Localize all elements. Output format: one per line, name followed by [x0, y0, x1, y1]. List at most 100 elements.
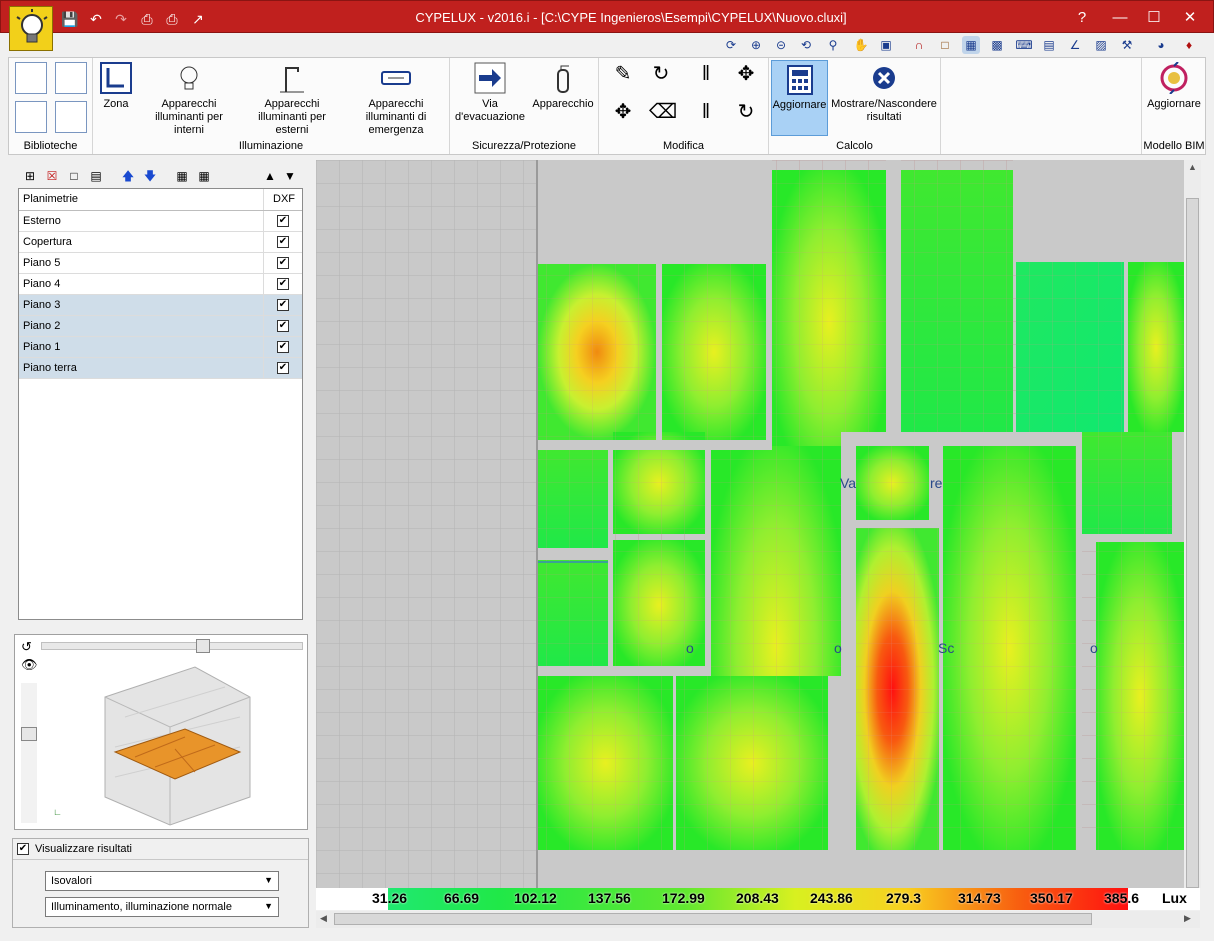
dxf-checkbox[interactable]: ✔: [277, 341, 289, 353]
plan-row[interactable]: Esterno ✔: [19, 211, 302, 232]
device-button[interactable]: Apparecchio: [528, 62, 598, 111]
snap-magnet-icon[interactable]: ∩: [910, 36, 928, 54]
drawing-canvas[interactable]: Va re o o Sc o: [316, 160, 1184, 888]
copy-move-icon[interactable]: ✥: [611, 102, 635, 128]
dxf-checkbox[interactable]: ✔: [277, 362, 289, 374]
library-bulb-button[interactable]: [15, 101, 47, 133]
plan-name: Piano 5: [23, 257, 61, 269]
dxf-checkbox[interactable]: ✔: [277, 299, 289, 311]
export-icon[interactable]: ↗: [189, 10, 207, 28]
window-icon[interactable]: ▣: [877, 36, 895, 54]
globe-icon[interactable]: ◕: [1152, 36, 1170, 54]
zoom-previous-icon[interactable]: ⟲: [797, 36, 815, 54]
snap-point-icon[interactable]: ▩: [988, 36, 1006, 54]
plan-row[interactable]: Copertura ✔: [19, 232, 302, 253]
dxf-icon[interactable]: ▦: [174, 168, 190, 184]
zona-button[interactable]: Zona: [97, 62, 135, 111]
scroll-up-icon[interactable]: ▲: [1188, 162, 1197, 172]
scroll-right-icon[interactable]: ▶: [1184, 913, 1191, 924]
new-page-icon[interactable]: □: [66, 168, 82, 184]
library-lamp-button[interactable]: [55, 62, 87, 94]
maximize-button[interactable]: ☐: [1139, 7, 1169, 29]
layers-icon[interactable]: ▨: [1092, 36, 1110, 54]
plan-row[interactable]: Piano 4 ✔: [19, 274, 302, 295]
plan-row[interactable]: Piano 3 ✔: [19, 295, 302, 316]
help-button[interactable]: ?: [1067, 7, 1097, 29]
horizontal-slider[interactable]: [41, 639, 303, 653]
outdoor-luminaires-button[interactable]: Apparecchi illuminanti per esterni: [241, 62, 343, 137]
indoor-luminaires-button[interactable]: Apparecchi illuminanti per interni: [139, 62, 239, 137]
library-floor-button[interactable]: [15, 62, 47, 94]
reset-view-icon[interactable]: ↺: [21, 639, 32, 655]
save-icon[interactable]: 💾: [61, 10, 79, 28]
mirror-icon[interactable]: ‖: [694, 64, 718, 90]
print-icon[interactable]: ⎙: [138, 10, 156, 28]
angle-icon[interactable]: ∠: [1066, 36, 1084, 54]
delete-plan-icon[interactable]: ☒: [44, 168, 60, 184]
undo-icon[interactable]: ↶: [87, 10, 105, 28]
vertical-scroll-thumb[interactable]: [1186, 198, 1199, 888]
plan-row[interactable]: Piano 2 ✔: [19, 316, 302, 337]
grid-icon[interactable]: ▦: [962, 36, 980, 54]
eraser-icon[interactable]: ⌫: [649, 102, 677, 128]
align-icon[interactable]: ‖: [694, 102, 718, 128]
vertical-slider-thumb[interactable]: [21, 727, 37, 741]
dxf-checkbox[interactable]: ✔: [277, 215, 289, 227]
dxf-checkbox[interactable]: ✔: [277, 257, 289, 269]
window-title: CYPELUX - v2016.i - [C:\CYPE Ingenieros\…: [415, 10, 847, 25]
close-button[interactable]: ✕: [1175, 7, 1205, 29]
result-quantity-select[interactable]: Illuminamento, illuminazione normale ▼: [45, 897, 279, 917]
refresh-icon[interactable]: ↻: [734, 102, 758, 128]
minimize-button[interactable]: —: [1105, 7, 1135, 29]
edit-pencil-icon[interactable]: ✎: [611, 64, 635, 90]
zoom-refresh-icon[interactable]: ⟳: [722, 36, 740, 54]
keyboard-icon[interactable]: ⌨: [1015, 36, 1033, 54]
plan-row[interactable]: Piano 1 ✔: [19, 337, 302, 358]
plan-row[interactable]: Piano 5 ✔: [19, 253, 302, 274]
rectangle-icon[interactable]: □: [936, 36, 954, 54]
horizontal-scroll-thumb[interactable]: [334, 913, 1092, 925]
bim-update-button[interactable]: Aggiornare: [1144, 62, 1204, 111]
vertical-scrollbar[interactable]: ▲: [1184, 160, 1201, 888]
app-logo-icon[interactable]: [9, 6, 53, 51]
add-plan-icon[interactable]: ⊞: [22, 168, 38, 184]
calculate-update-button[interactable]: Aggiornare: [771, 60, 828, 136]
scroll-down-icon[interactable]: ▼: [282, 168, 298, 184]
chevron-down-icon: ▼: [264, 875, 273, 885]
library-emergency-button[interactable]: [55, 101, 87, 133]
print-preview-icon[interactable]: ⎙: [163, 10, 181, 28]
rotate-icon[interactable]: ↻: [649, 64, 673, 90]
move-down-icon[interactable]: 🡇: [142, 168, 158, 184]
move-icon[interactable]: ✥: [734, 64, 758, 90]
bim-update-label: Aggiornare: [1147, 98, 1201, 110]
dxf-checkbox[interactable]: ✔: [277, 236, 289, 248]
evacuation-route-button[interactable]: Via d'evacuazione: [450, 62, 530, 124]
tools-icon[interactable]: ⚒: [1118, 36, 1136, 54]
horizontal-scrollbar[interactable]: ◀ ▶: [316, 911, 1200, 928]
scroll-left-icon[interactable]: ◀: [320, 913, 327, 924]
zoom-2x-icon[interactable]: ⊝: [772, 36, 790, 54]
zoom-window-icon[interactable]: ⊕: [747, 36, 765, 54]
show-results-checkbox[interactable]: ✔: [17, 843, 29, 855]
plan-name: Piano 1: [23, 341, 61, 353]
redo-icon[interactable]: ↷: [112, 10, 130, 28]
emergency-luminaires-button[interactable]: Apparecchi illuminanti di emergenza: [343, 62, 449, 137]
show-hide-results-button[interactable]: Mostrare/Nascondere risultati: [831, 62, 937, 124]
result-mode-select[interactable]: Isovalori ▼: [45, 871, 279, 891]
move-up-icon[interactable]: 🡅: [120, 168, 136, 184]
dxf-checkbox[interactable]: ✔: [277, 320, 289, 332]
model-preview[interactable]: ↺ 👁 ∟: [14, 634, 308, 830]
book-icon[interactable]: ♦: [1180, 36, 1198, 54]
slider-thumb[interactable]: [196, 639, 210, 653]
chevron-down-icon: ▼: [264, 901, 273, 911]
dimension-icon[interactable]: ▤: [1040, 36, 1058, 54]
vertical-slider[interactable]: [21, 683, 37, 823]
plan-row[interactable]: Piano terra ✔: [19, 358, 302, 379]
scroll-up-icon[interactable]: ▲: [262, 168, 278, 184]
dxf-checkbox[interactable]: ✔: [277, 278, 289, 290]
edit-plan-icon[interactable]: ▤: [88, 168, 104, 184]
pan-hand-icon[interactable]: ✋: [852, 36, 870, 54]
view-eye-icon[interactable]: 👁: [21, 657, 38, 673]
dxf-grid-icon[interactable]: ▦: [196, 168, 212, 184]
zoom-icon[interactable]: ⚲: [824, 36, 842, 54]
